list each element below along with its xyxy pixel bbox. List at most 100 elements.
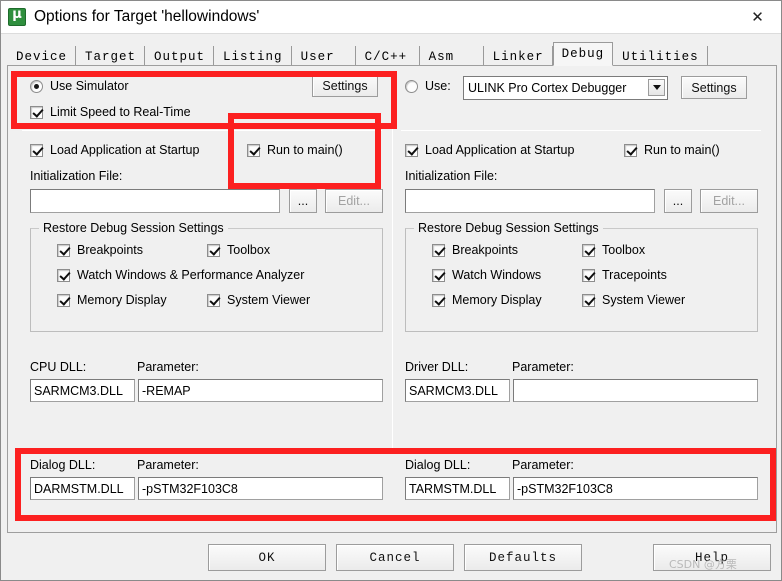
load-app-checkbox-right[interactable] [405,143,418,157]
breakpoints-label-right: Breakpoints [452,243,519,257]
load-app-option-left[interactable]: Load Application at Startup [30,143,199,157]
debugger-select[interactable]: ULINK Pro Cortex Debugger [463,76,668,100]
restore-toolbox-right[interactable]: Toolbox [582,243,645,257]
tab-device[interactable]: Device [7,46,77,67]
system-viewer-checkbox-right[interactable] [582,293,595,307]
breakpoints-checkbox-left[interactable] [57,243,70,257]
restore-session-group-left: Restore Debug Session Settings Breakpoin… [30,221,383,332]
run-to-main-option-left[interactable]: Run to main() [247,143,343,157]
use-debugger-radio[interactable] [405,79,418,93]
driver-dll-label: Driver DLL: [405,360,469,374]
tab-target[interactable]: Target [76,46,146,67]
limit-speed-option[interactable]: Limit Speed to Real-Time [30,105,191,119]
breakpoints-label-left: Breakpoints [77,243,144,257]
restore-session-legend-left: Restore Debug Session Settings [39,221,228,235]
cpu-dll-label: CPU DLL: [30,360,87,374]
tab-linker[interactable]: Linker [483,46,553,67]
simulator-column: Use Simulator Settings Limit Speed to Re… [8,66,393,534]
use-simulator-option[interactable]: Use Simulator [30,79,129,93]
restore-watch-windows-right[interactable]: Watch Windows [432,268,541,282]
driver-dll-input[interactable]: SARMCM3.DLL [405,379,510,402]
memory-display-label-left: Memory Display [77,293,167,307]
keil-uvision-icon [8,7,26,26]
run-to-main-label-right: Run to main() [644,143,720,157]
use-simulator-radio[interactable] [30,79,43,93]
run-to-main-checkbox-left[interactable] [247,143,260,157]
options-dialog: Options for Target 'hellowindows' ✕ Devi… [0,0,782,581]
tab-c-cpp[interactable]: C/C++ [355,46,420,67]
chevron-down-icon[interactable] [648,79,665,96]
system-viewer-label-right: System Viewer [602,293,686,307]
init-file-browse-button-right[interactable]: ... [664,189,692,213]
cancel-button[interactable]: Cancel [336,544,454,571]
init-file-browse-button-left[interactable]: ... [289,189,317,213]
dialog-param-input-left[interactable]: -pSTM32F103C8 [138,477,383,500]
watch-windows-checkbox-right[interactable] [432,268,445,282]
init-file-label-left: Initialization File: [30,169,123,183]
init-file-label-right: Initialization File: [405,169,498,183]
memory-display-label-right: Memory Display [452,293,542,307]
cpu-param-label: Parameter: [137,360,199,374]
tab-utilities[interactable]: Utilities [613,46,708,67]
debugger-select-value: ULINK Pro Cortex Debugger [468,81,627,95]
memory-display-checkbox-left[interactable] [57,293,70,307]
close-icon[interactable]: ✕ [734,1,781,33]
system-viewer-checkbox-left[interactable] [207,293,220,307]
csdn-watermark: CSDN @方栗 [669,558,737,571]
load-app-checkbox-left[interactable] [30,143,43,157]
ok-button[interactable]: OK [208,544,326,571]
dialog-param-input-right[interactable]: -pSTM32F103C8 [513,477,758,500]
defaults-button[interactable]: Defaults [464,544,582,571]
restore-breakpoints-right[interactable]: Breakpoints [432,243,518,257]
restore-memory-display-right[interactable]: Memory Display [432,293,542,307]
driver-param-input[interactable] [513,379,758,402]
restore-session-legend-right: Restore Debug Session Settings [414,221,603,235]
init-file-input-left[interactable] [30,189,280,213]
system-viewer-label-left: System Viewer [227,293,311,307]
toolbox-checkbox-left[interactable] [207,243,220,257]
dialog-dll-input-left[interactable]: DARMSTM.DLL [30,477,135,500]
init-file-edit-button-right: Edit... [700,189,758,213]
run-to-main-checkbox-right[interactable] [624,143,637,157]
tab-strip: Device Target Output Listing User C/C++ … [7,42,777,67]
cpu-param-input[interactable]: -REMAP [138,379,383,402]
restore-tracepoints-right[interactable]: Tracepoints [582,268,667,282]
driver-param-label: Parameter: [512,360,574,374]
tab-user[interactable]: User [291,46,356,67]
load-app-label-left: Load Application at Startup [50,143,200,157]
toolbox-checkbox-right[interactable] [582,243,595,257]
restore-watch-windows-left[interactable]: Watch Windows & Performance Analyzer [57,268,304,282]
breakpoints-checkbox-right[interactable] [432,243,445,257]
use-simulator-label: Use Simulator [50,79,129,93]
watch-windows-checkbox-left[interactable] [57,268,70,282]
use-debugger-option[interactable]: Use: [405,79,451,93]
restore-toolbox-left[interactable]: Toolbox [207,243,270,257]
debugger-separator [401,130,761,131]
tab-listing[interactable]: Listing [214,46,292,67]
simulator-settings-button[interactable]: Settings [312,75,378,97]
tab-debug[interactable]: Debug [552,42,614,66]
restore-system-viewer-right[interactable]: System Viewer [582,293,685,307]
restore-breakpoints-left[interactable]: Breakpoints [57,243,143,257]
dialog-dll-label-right: Dialog DLL: [405,458,471,472]
dialog-dll-input-right[interactable]: TARMSTM.DLL [405,477,510,500]
dialog-footer: OK Cancel Defaults Help [7,535,777,581]
restore-memory-display-left[interactable]: Memory Display [57,293,167,307]
cpu-dll-input[interactable]: SARMCM3.DLL [30,379,135,402]
restore-system-viewer-left[interactable]: System Viewer [207,293,310,307]
tracepoints-checkbox-right[interactable] [582,268,595,282]
init-file-input-right[interactable] [405,189,655,213]
debug-tab-panel: Use Simulator Settings Limit Speed to Re… [7,65,777,533]
run-to-main-option-right[interactable]: Run to main() [624,143,720,157]
restore-session-group-right: Restore Debug Session Settings Breakpoin… [405,221,758,332]
load-app-option-right[interactable]: Load Application at Startup [405,143,574,157]
debugger-settings-button[interactable]: Settings [681,76,747,99]
tab-output[interactable]: Output [145,46,215,67]
toolbox-label-right: Toolbox [602,243,646,257]
tab-asm[interactable]: Asm [419,46,484,67]
load-app-label-right: Load Application at Startup [425,143,575,157]
memory-display-checkbox-right[interactable] [432,293,445,307]
title-bar: Options for Target 'hellowindows' ✕ [1,1,781,34]
limit-speed-checkbox[interactable] [30,105,43,119]
dialog-param-label-right: Parameter: [512,458,574,472]
